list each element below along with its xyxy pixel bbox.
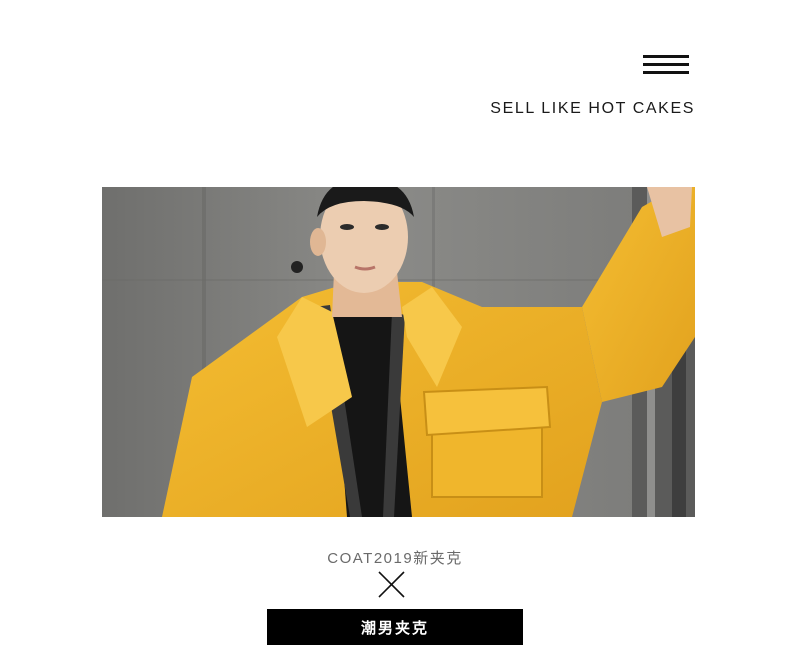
headline: SELL LIKE HOT CAKES bbox=[490, 100, 695, 117]
menu-bar-middle bbox=[643, 63, 689, 66]
menu-bar-bottom bbox=[643, 71, 689, 74]
hamburger-menu-icon[interactable] bbox=[643, 55, 689, 75]
hero-image bbox=[102, 187, 695, 517]
cross-x-icon bbox=[378, 571, 405, 598]
menu-bar-top bbox=[643, 55, 689, 58]
collection-subtitle: COAT2019新夹克 bbox=[327, 550, 463, 567]
category-tag: 潮男夹克 bbox=[267, 609, 523, 645]
